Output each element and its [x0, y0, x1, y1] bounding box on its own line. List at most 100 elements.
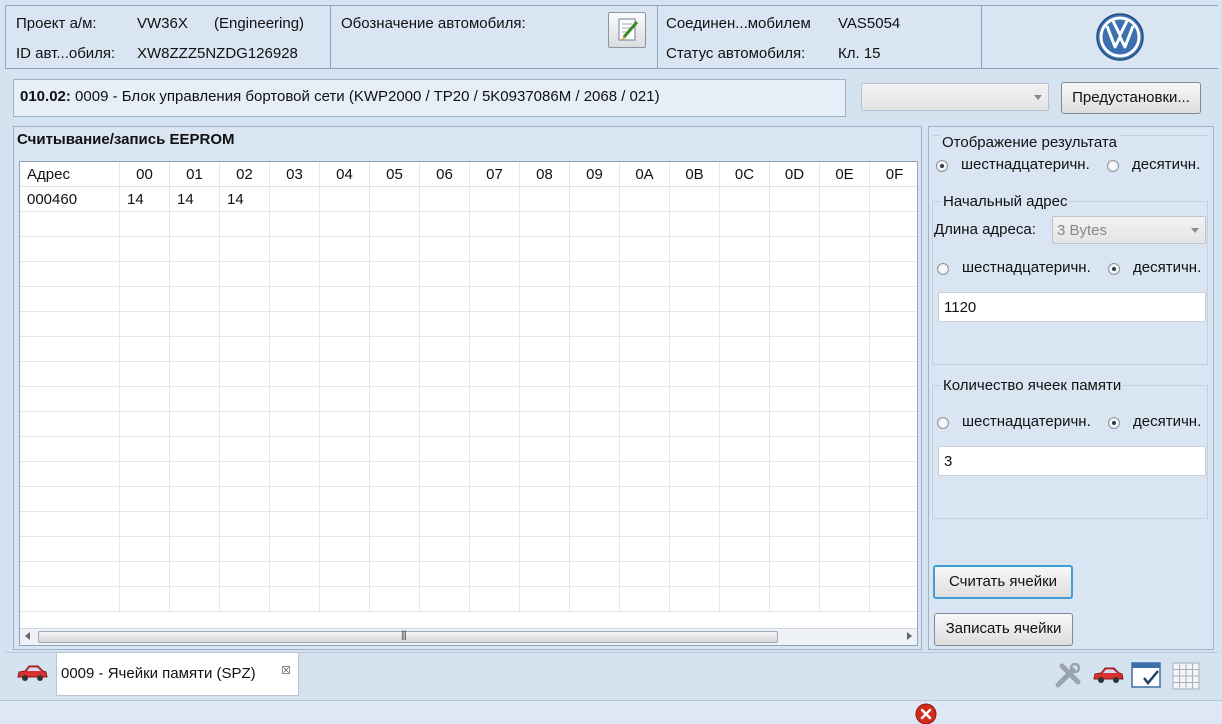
table-cell[interactable]: [620, 362, 670, 387]
table-cell[interactable]: [670, 312, 720, 337]
table-cell[interactable]: [620, 587, 670, 612]
table-cell[interactable]: [520, 437, 570, 462]
table-cell[interactable]: [570, 437, 620, 462]
table-cell[interactable]: [570, 387, 620, 412]
table-cell[interactable]: [270, 337, 320, 362]
table-cell[interactable]: [320, 312, 370, 337]
table-cell[interactable]: [320, 487, 370, 512]
table-cell[interactable]: [470, 562, 520, 587]
table-cell[interactable]: [520, 337, 570, 362]
table-cell[interactable]: [770, 187, 820, 212]
table-cell[interactable]: [120, 512, 170, 537]
table-cell[interactable]: [420, 262, 470, 287]
table-cell[interactable]: [320, 212, 370, 237]
table-cell[interactable]: [720, 537, 770, 562]
table-cell[interactable]: [170, 237, 220, 262]
table-cell[interactable]: [20, 412, 120, 437]
table-cell[interactable]: [670, 487, 720, 512]
table-cell[interactable]: [170, 587, 220, 612]
table-cell[interactable]: [220, 387, 270, 412]
table-cell[interactable]: [270, 562, 320, 587]
table-cell[interactable]: [370, 487, 420, 512]
table-cell[interactable]: [770, 212, 820, 237]
table-cell[interactable]: [570, 587, 620, 612]
table-cell[interactable]: [420, 187, 470, 212]
table-cell[interactable]: [120, 587, 170, 612]
table-cell[interactable]: [620, 512, 670, 537]
grid-table-icon[interactable]: [1171, 661, 1201, 691]
scroll-right-icon[interactable]: [907, 632, 912, 640]
table-cell[interactable]: [170, 562, 220, 587]
table-cell[interactable]: [320, 562, 370, 587]
table-cell[interactable]: [720, 512, 770, 537]
table-cell[interactable]: [270, 487, 320, 512]
table-cell[interactable]: [620, 287, 670, 312]
table-cell[interactable]: [820, 587, 870, 612]
table-cell[interactable]: [670, 262, 720, 287]
table-cell[interactable]: [870, 562, 917, 587]
car-icon[interactable]: [16, 663, 48, 683]
table-cell[interactable]: [670, 287, 720, 312]
table-cell[interactable]: [770, 387, 820, 412]
table-cell[interactable]: [720, 237, 770, 262]
table-cell[interactable]: [870, 187, 917, 212]
table-cell[interactable]: [120, 262, 170, 287]
table-cell[interactable]: [820, 537, 870, 562]
table-cell[interactable]: [320, 412, 370, 437]
edit-designation-button[interactable]: [608, 12, 646, 48]
table-cell[interactable]: [120, 362, 170, 387]
table-cell[interactable]: [870, 362, 917, 387]
table-cell[interactable]: [820, 312, 870, 337]
table-cell[interactable]: [670, 187, 720, 212]
table-cell[interactable]: [720, 312, 770, 337]
table-cell[interactable]: [620, 562, 670, 587]
table-cell[interactable]: [470, 462, 520, 487]
display-hex-radio[interactable]: [936, 160, 948, 172]
tools-disabled-icon[interactable]: [1053, 661, 1083, 691]
table-cell[interactable]: [670, 412, 720, 437]
table-cell[interactable]: [370, 587, 420, 612]
table-cell[interactable]: [620, 487, 670, 512]
table-cell[interactable]: [470, 212, 520, 237]
table-cell[interactable]: [470, 412, 520, 437]
table-cell[interactable]: [220, 537, 270, 562]
table-cell[interactable]: [220, 212, 270, 237]
table-cell[interactable]: [620, 462, 670, 487]
table-cell[interactable]: [670, 387, 720, 412]
table-cell[interactable]: [320, 387, 370, 412]
table-cell[interactable]: [20, 312, 120, 337]
table-cell[interactable]: [520, 187, 570, 212]
table-cell[interactable]: [320, 537, 370, 562]
table-cell[interactable]: [720, 212, 770, 237]
table-cell[interactable]: 14: [120, 187, 170, 212]
table-cell[interactable]: [370, 537, 420, 562]
table-cell[interactable]: [420, 212, 470, 237]
table-cell[interactable]: [220, 337, 270, 362]
table-cell[interactable]: [520, 312, 570, 337]
table-cell[interactable]: [770, 462, 820, 487]
table-cell[interactable]: [870, 312, 917, 337]
table-cell[interactable]: [520, 487, 570, 512]
table-cell[interactable]: [870, 437, 917, 462]
table-cell[interactable]: [370, 462, 420, 487]
table-cell[interactable]: [120, 387, 170, 412]
table-cell[interactable]: [270, 537, 320, 562]
table-cell[interactable]: [20, 337, 120, 362]
table-cell[interactable]: [570, 487, 620, 512]
table-cell[interactable]: [120, 312, 170, 337]
table-cell[interactable]: [470, 362, 520, 387]
table-cell[interactable]: [20, 512, 120, 537]
table-cell[interactable]: [670, 362, 720, 387]
table-cell[interactable]: [120, 562, 170, 587]
table-cell[interactable]: [320, 287, 370, 312]
table-cell[interactable]: [370, 437, 420, 462]
table-cell[interactable]: [220, 462, 270, 487]
table-cell[interactable]: [20, 562, 120, 587]
table-cell[interactable]: [770, 262, 820, 287]
table-cell[interactable]: [120, 337, 170, 362]
table-cell[interactable]: [870, 337, 917, 362]
table-cell[interactable]: [670, 512, 720, 537]
table-cell[interactable]: [870, 487, 917, 512]
table-cell[interactable]: [870, 237, 917, 262]
table-cell[interactable]: [120, 437, 170, 462]
